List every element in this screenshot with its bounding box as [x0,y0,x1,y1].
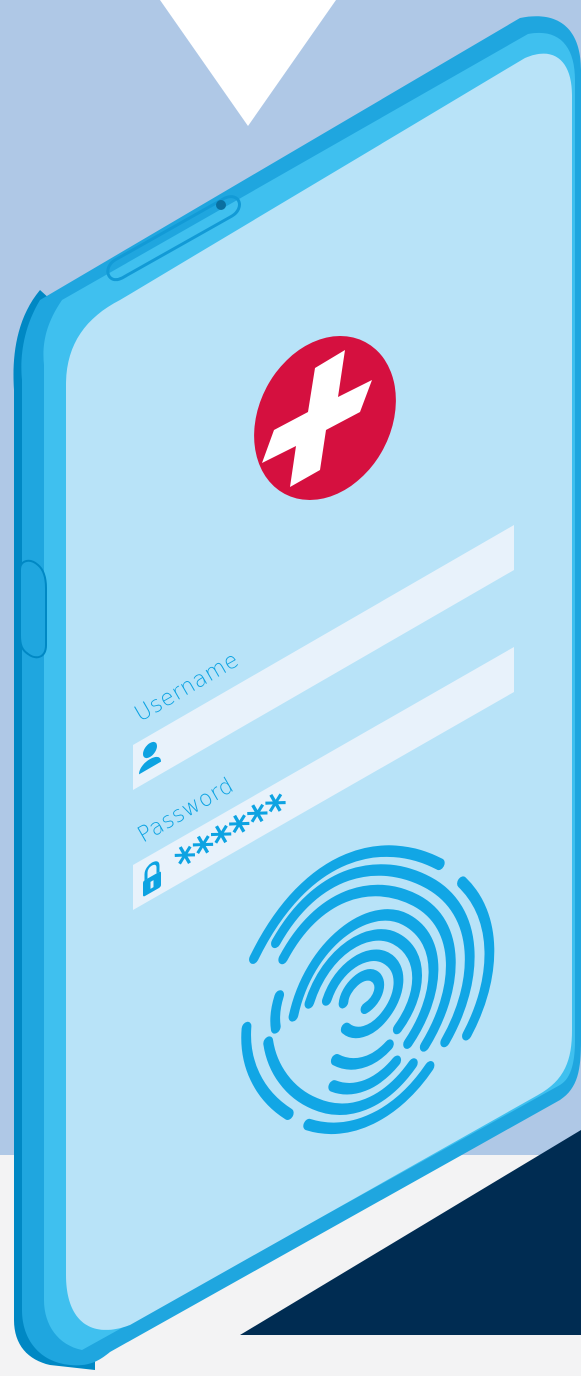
front-camera [216,200,226,210]
side-button[interactable] [19,559,47,659]
login-illustration: Username Password ****** [0,0,581,1376]
